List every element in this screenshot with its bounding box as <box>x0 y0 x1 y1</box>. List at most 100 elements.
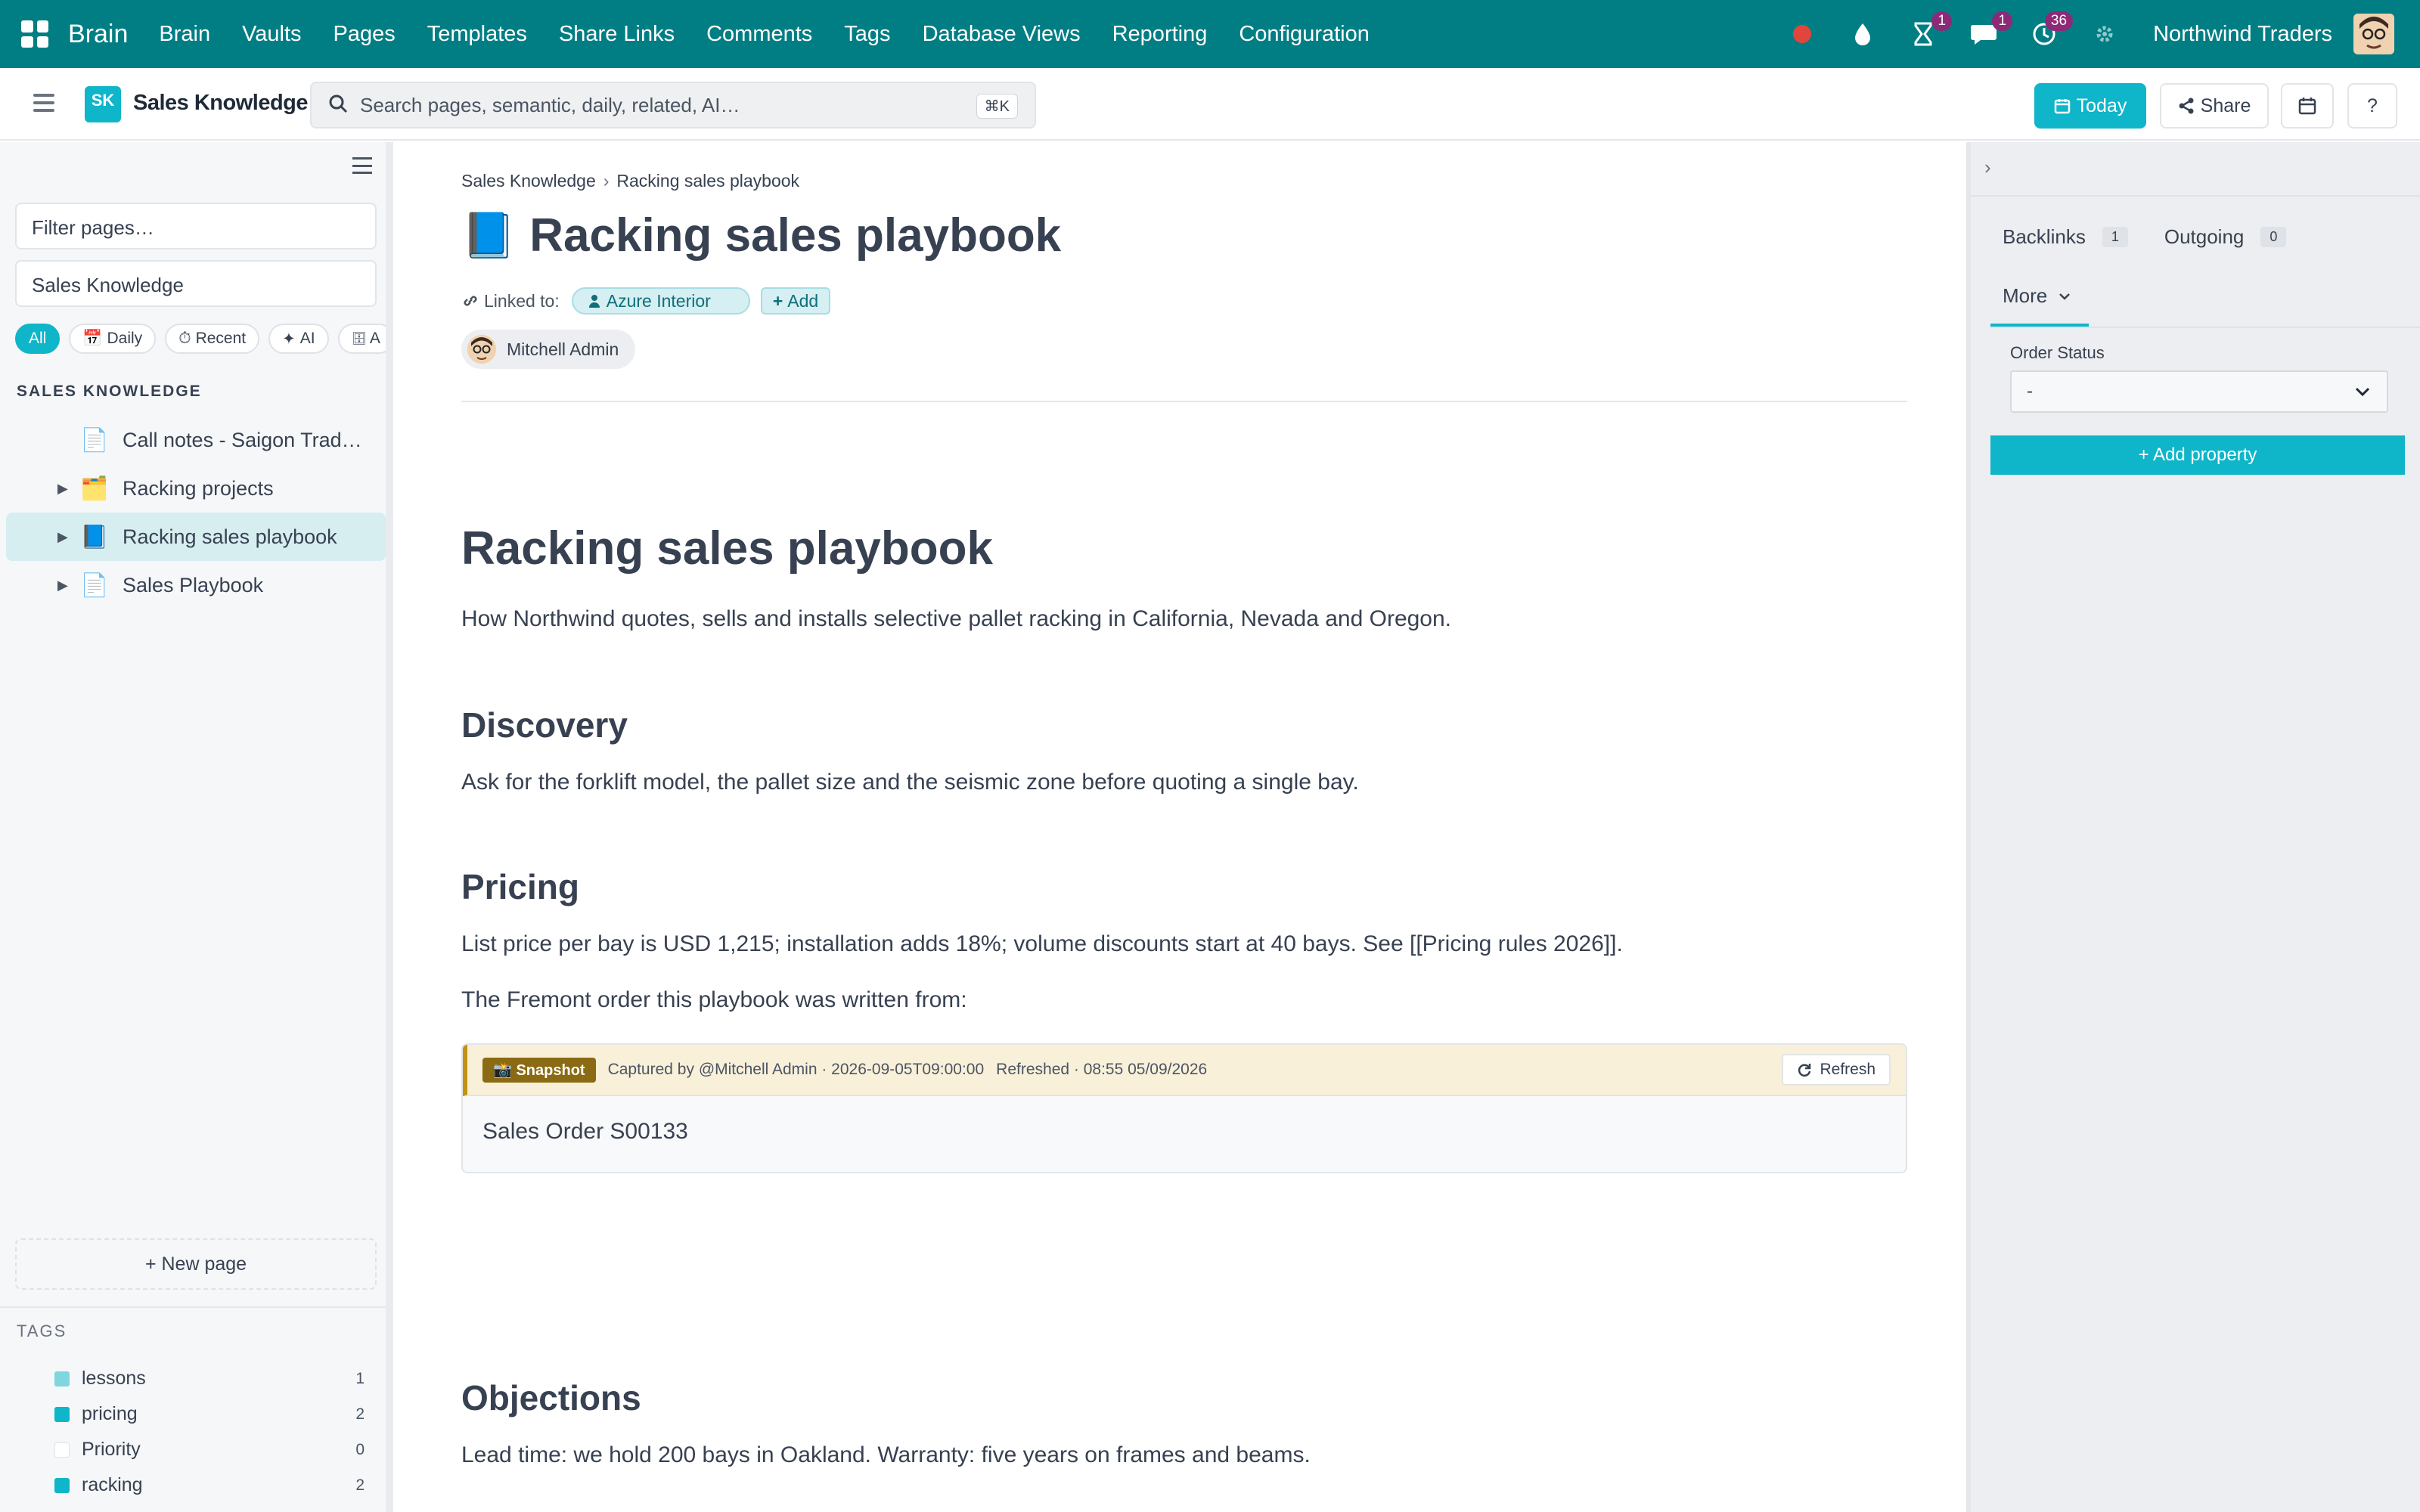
breadcrumb-current: Racking sales playbook <box>616 171 800 191</box>
share-button[interactable]: Share <box>2160 83 2269 129</box>
body-heading-1: Racking sales playbook <box>461 522 993 575</box>
tab-more[interactable]: More <box>2003 284 2071 308</box>
snapshot-refresh-button[interactable]: Refresh <box>1782 1054 1891 1086</box>
breadcrumb-vault[interactable]: Sales Knowledge <box>461 171 596 191</box>
menu-item-reporting[interactable]: Reporting <box>1097 22 1224 47</box>
tag-item-priority[interactable]: Priority 0 <box>54 1432 365 1467</box>
vault-name[interactable]: Sales Knowledge <box>133 91 309 116</box>
apps-grid-icon[interactable] <box>21 20 48 48</box>
tree-item-label: Racking projects <box>123 476 274 500</box>
sidebar-collapse-icon[interactable] <box>352 157 372 174</box>
page-editor: Sales Knowledge › Racking sales playbook 📘… <box>401 142 1966 1512</box>
expand-caret-icon[interactable]: ▶ <box>57 578 73 593</box>
app-root: Brain Brain Vaults Pages Templates Share… <box>0 0 2420 1512</box>
chat-icon[interactable]: 1 <box>1969 11 2013 49</box>
company-switcher[interactable]: Northwind Traders <box>2153 22 2332 47</box>
hourglass-icon[interactable]: 1 <box>1908 11 1953 49</box>
menu-item-templates[interactable]: Templates <box>411 22 543 47</box>
chip-daily-icon: 📅 <box>82 330 103 347</box>
activity-icon[interactable]: 36 <box>2029 11 2074 49</box>
tag-count: 0 <box>355 1440 365 1458</box>
menu-item-comments[interactable]: Comments <box>690 22 828 47</box>
chip-archive-label: A <box>369 330 380 347</box>
divider <box>1971 195 2420 197</box>
share-label: Share <box>2200 94 2251 116</box>
tag-item-pricing[interactable]: pricing 2 <box>54 1396 365 1432</box>
calendar-button[interactable] <box>2281 83 2334 129</box>
chip-daily[interactable]: 📅 Daily <box>69 324 157 354</box>
more-label: More <box>2003 284 2048 307</box>
filter-pages-input[interactable]: Filter pages… <box>15 203 377 249</box>
tree-item-racking-sales-playbook[interactable]: ▶ 📘 Racking sales playbook <box>6 513 386 561</box>
add-link-button[interactable]: + Add <box>760 287 831 314</box>
add-property-button[interactable]: + Add property <box>1990 435 2405 475</box>
tag-swatch <box>54 1371 70 1387</box>
chevron-down-icon <box>2059 293 2071 300</box>
tag-item-lessons[interactable]: lessons 1 <box>54 1361 365 1396</box>
chevron-down-icon <box>2355 387 2370 397</box>
drop-icon[interactable] <box>1848 19 1878 49</box>
linked-record-chip[interactable]: Azure Interior <box>571 287 750 314</box>
snapshot-record-link[interactable]: Sales Order S00133 <box>463 1096 1906 1167</box>
menu-item-share-links[interactable]: Share Links <box>543 22 690 47</box>
page-title: 📘 Racking sales playbook <box>461 209 1061 262</box>
tab-backlinks[interactable]: Backlinks <box>2003 225 2086 249</box>
heading-discovery: Discovery <box>461 705 628 745</box>
control-bar: SK Sales Knowledge Search pages, semanti… <box>0 68 1966 141</box>
collapse-panel-icon[interactable]: › <box>1984 156 1991 179</box>
person-icon <box>588 295 600 308</box>
heading-pricing: Pricing <box>461 867 579 906</box>
record-icon[interactable] <box>1787 19 1817 49</box>
today-button[interactable]: Today <box>2034 83 2146 129</box>
help-button[interactable]: ? <box>2347 83 2397 129</box>
new-page-button[interactable]: + New page <box>15 1238 377 1290</box>
book-icon[interactable]: 📘 <box>461 210 516 262</box>
tree-item-call-notes[interactable]: ▶ 📄 Call notes - Saigon Tradi… <box>6 416 386 464</box>
app-brand[interactable]: Brain <box>68 20 128 49</box>
tag-name: Priority <box>82 1439 141 1460</box>
page-title-text[interactable]: Racking sales playbook <box>529 209 1061 262</box>
menu-item-pages[interactable]: Pages <box>318 22 411 47</box>
backlinks-count: 1 <box>2102 227 2128 247</box>
tag-name: racking <box>82 1474 143 1495</box>
chip-all[interactable]: All <box>15 324 60 354</box>
tag-count: 1 <box>355 1369 365 1387</box>
tag-swatch <box>54 1406 70 1422</box>
order-paragraph: The Fremont order this playbook was writ… <box>461 987 967 1012</box>
order-status-select[interactable]: - <box>2010 370 2388 413</box>
tag-count: 2 <box>355 1476 365 1494</box>
tag-swatch <box>54 1477 70 1493</box>
menu-toggle-icon[interactable] <box>33 94 54 112</box>
user-avatar[interactable] <box>2353 14 2394 54</box>
tab-outgoing[interactable]: Outgoing <box>2164 225 2245 249</box>
pages-sidebar: Filter pages… Sales Knowledge All 📅 Daily… <box>0 142 393 1512</box>
vault-select[interactable]: Sales Knowledge <box>15 260 377 307</box>
snapshot-refreshed: Refreshed · 08:55 05/09/2026 <box>996 1061 1208 1078</box>
vault-section-label: SALES KNOWLEDGE <box>17 383 202 400</box>
activity-badge: 1 <box>1931 11 1953 31</box>
snapshot-badge: 📸 Snapshot <box>482 1057 596 1083</box>
menu-item-configuration[interactable]: Configuration <box>1223 22 1385 47</box>
pricing-paragraph: List price per bay is USD 1,215; install… <box>461 931 1623 956</box>
divider <box>1990 327 2420 328</box>
divider <box>0 1306 386 1308</box>
menu-item-vaults[interactable]: Vaults <box>226 22 317 47</box>
calendar-icon <box>2054 99 2070 114</box>
plus-icon: + <box>772 290 783 311</box>
menu-item-brain[interactable]: Brain <box>143 22 226 47</box>
search-input[interactable]: Search pages, semantic, daily, related, … <box>310 82 1036 129</box>
menu-item-database-views[interactable]: Database Views <box>907 22 1097 47</box>
chip-recent[interactable]: ⏱ Recent <box>165 324 260 354</box>
today-label: Today <box>2076 94 2127 116</box>
tree-item-racking-projects[interactable]: ▶ 🗂️ Racking projects <box>6 464 386 513</box>
chip-archive[interactable]: 🗄 A <box>337 324 386 354</box>
menu-item-tags[interactable]: Tags <box>828 22 906 47</box>
page-filter-chips: All 📅 Daily ⏱ Recent ✦ AI 🗄 A <box>15 324 386 354</box>
author-chip[interactable]: Mitchell Admin <box>461 330 636 369</box>
settings-icon[interactable] <box>2090 19 2120 49</box>
expand-caret-icon[interactable]: ▶ <box>57 481 73 497</box>
expand-caret-icon[interactable]: ▶ <box>57 529 73 545</box>
tag-item-racking[interactable]: racking 2 <box>54 1467 365 1503</box>
chip-ai[interactable]: ✦ AI <box>268 324 329 354</box>
tree-item-sales-playbook[interactable]: ▶ 📄 Sales Playbook <box>6 561 386 609</box>
